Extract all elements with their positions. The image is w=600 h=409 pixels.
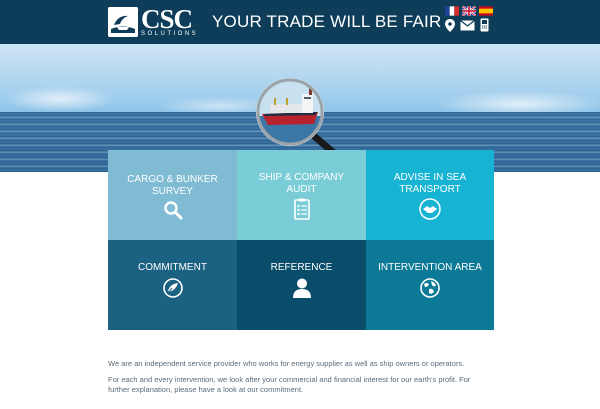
service-tile-ship-company-audit[interactable]: SHIP & COMPANY AUDIT bbox=[237, 150, 366, 240]
phone-icon[interactable] bbox=[480, 18, 489, 32]
intro-paragraph: For each and every intervention, we look… bbox=[108, 375, 471, 394]
globe-icon bbox=[420, 278, 440, 298]
magnifier-ship-icon bbox=[256, 78, 338, 156]
service-tile-advise-sea-transport[interactable]: ADVISE IN SEA TRANSPORT bbox=[366, 150, 494, 240]
mail-icon[interactable] bbox=[460, 19, 475, 31]
checklist-icon bbox=[293, 198, 310, 220]
service-tile-label: COMMITMENT bbox=[138, 262, 207, 273]
french-flag-icon[interactable] bbox=[445, 6, 459, 16]
service-tile-intervention-area[interactable]: INTERVENTION AREA bbox=[366, 240, 494, 330]
person-icon bbox=[292, 278, 311, 298]
service-tile-label: REFERENCE bbox=[270, 262, 333, 273]
search-icon bbox=[163, 201, 182, 220]
spanish-flag-icon[interactable] bbox=[479, 6, 493, 16]
services-grid: CARGO & BUNKER SURVEY SHIP & COMPANY AUD… bbox=[108, 150, 494, 330]
service-tile-label: CARGO & BUNKER SURVEY bbox=[127, 174, 218, 197]
location-icon[interactable] bbox=[445, 18, 455, 32]
service-tile-cargo-bunker-survey[interactable]: CARGO & BUNKER SURVEY bbox=[108, 150, 237, 240]
site-logo[interactable]: CSC SOLUTIONS bbox=[108, 4, 199, 37]
service-tile-label: ADVISE IN SEA TRANSPORT bbox=[393, 172, 467, 195]
service-tile-commitment[interactable]: COMMITMENT bbox=[108, 240, 237, 330]
logo-subtext: SOLUTIONS bbox=[141, 31, 199, 37]
service-tile-label: SHIP & COMPANY AUDIT bbox=[258, 172, 345, 195]
language-selector bbox=[445, 6, 493, 16]
service-tile-reference[interactable]: REFERENCE bbox=[237, 240, 366, 330]
intro-paragraph: We are an independent service provider w… bbox=[108, 359, 465, 368]
contact-links bbox=[445, 18, 489, 32]
intro-text: We are an independent service provider w… bbox=[108, 359, 494, 395]
handshake-icon bbox=[419, 198, 441, 220]
site-header: CSC SOLUTIONS YOUR TRADE WILL BE FAIR bbox=[0, 0, 600, 44]
site-tagline: YOUR TRADE WILL BE FAIR bbox=[212, 12, 442, 31]
service-tile-label: INTERVENTION AREA bbox=[378, 262, 482, 273]
globe-leaf-icon bbox=[162, 278, 183, 298]
logo-mark-icon bbox=[108, 7, 138, 37]
english-flag-icon[interactable] bbox=[462, 6, 476, 16]
logo-wordmark: CSC bbox=[141, 4, 193, 34]
